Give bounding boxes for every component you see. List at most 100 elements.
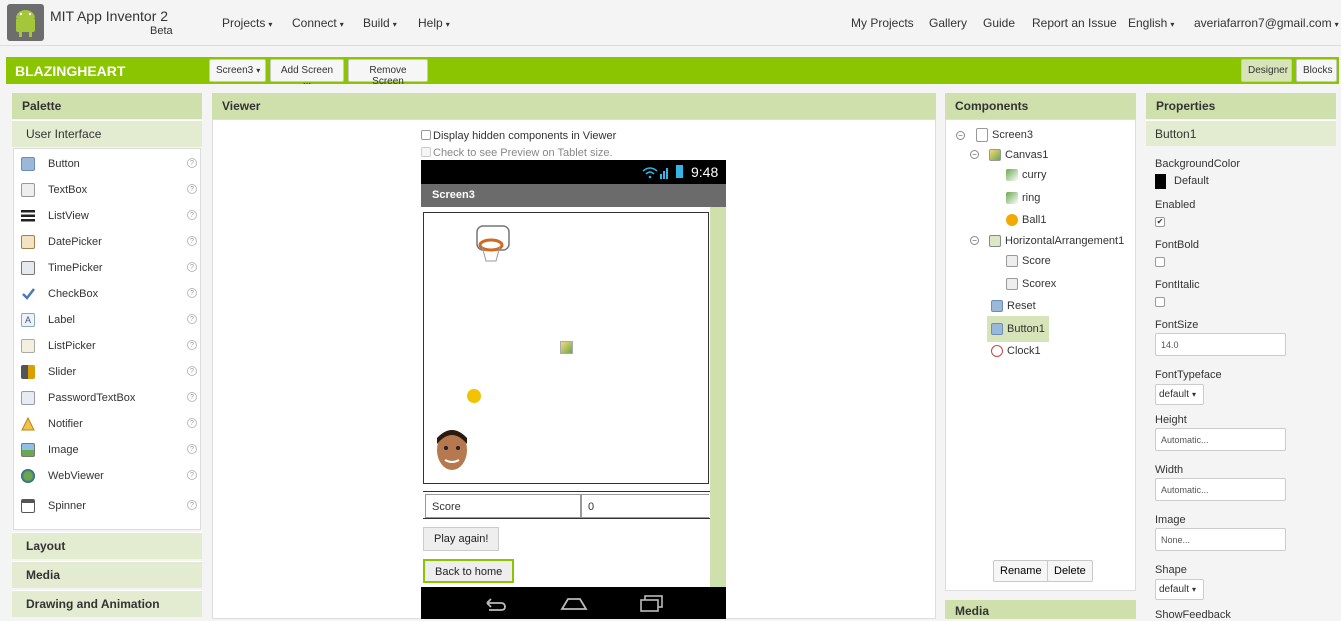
menu-build[interactable]: Build ▾: [363, 16, 397, 30]
components-header: Components: [945, 93, 1136, 119]
fonttypeface-select[interactable]: default ▾: [1155, 384, 1204, 405]
tree-item-reset[interactable]: Reset: [991, 297, 1036, 315]
arrangement-icon: [989, 235, 1001, 248]
palette-item-passwordtextbox[interactable]: PasswordTextBox ?: [14, 387, 200, 409]
palette-item-label[interactable]: A Label ?: [14, 309, 200, 331]
player-face-sprite[interactable]: [434, 428, 470, 474]
hoop-sprite[interactable]: [474, 223, 514, 268]
home-icon[interactable]: [560, 595, 588, 611]
tree-item-canvas1[interactable]: Canvas1: [989, 146, 1048, 164]
screen-select-button[interactable]: Screen3 ▾: [209, 59, 266, 82]
help-icon[interactable]: ?: [187, 392, 197, 402]
palette-item-timepicker[interactable]: TimePicker ?: [14, 257, 200, 279]
prop-image-label: Image: [1155, 514, 1186, 526]
designer-button[interactable]: Designer: [1241, 59, 1292, 82]
datepicker-icon: [21, 235, 35, 249]
help-icon[interactable]: ?: [187, 314, 197, 324]
shape-select[interactable]: default ▾: [1155, 579, 1204, 600]
help-icon[interactable]: ?: [187, 366, 197, 376]
palette-item-slider[interactable]: Slider ?: [14, 361, 200, 383]
palette-category-media[interactable]: Media: [12, 561, 202, 588]
palette-item-spinner[interactable]: Spinner ?: [14, 495, 200, 517]
color-swatch[interactable]: [1155, 174, 1166, 189]
width-input[interactable]: Automatic...: [1155, 478, 1286, 501]
help-icon[interactable]: ?: [187, 210, 197, 220]
palette-item-notifier[interactable]: Notifier ?: [14, 413, 200, 435]
link-gallery[interactable]: Gallery: [929, 16, 967, 30]
palette-item-image[interactable]: Image ?: [14, 439, 200, 461]
broken-image-icon[interactable]: [560, 341, 573, 354]
tree-item-score[interactable]: Score: [1006, 252, 1051, 270]
app-inventor-logo-icon[interactable]: [7, 4, 44, 41]
rename-button[interactable]: Rename: [993, 560, 1049, 582]
link-guide[interactable]: Guide: [983, 16, 1015, 30]
tree-item-clock1[interactable]: Clock1: [991, 342, 1041, 360]
palette-item-button[interactable]: Button ?: [14, 153, 200, 175]
help-icon[interactable]: ?: [187, 262, 197, 272]
language-menu[interactable]: English ▾: [1128, 16, 1174, 30]
back-home-button[interactable]: Back to home: [423, 559, 515, 583]
palette-category-layout[interactable]: Layout: [12, 532, 202, 559]
help-icon[interactable]: ?: [187, 418, 197, 428]
viewer-header: Viewer: [212, 93, 936, 119]
help-icon[interactable]: ?: [187, 288, 197, 298]
add-screen-button[interactable]: Add Screen ...: [270, 59, 344, 87]
link-report-issue[interactable]: Report an Issue: [1032, 16, 1117, 30]
help-icon[interactable]: ?: [187, 444, 197, 454]
fontbold-checkbox[interactable]: [1155, 257, 1165, 267]
remove-screen-button[interactable]: Remove Screen: [348, 59, 428, 87]
palette-item-datepicker[interactable]: DatePicker ?: [14, 231, 200, 253]
phone-scrollbar[interactable]: [710, 207, 726, 587]
tree-item-ball1[interactable]: Ball1: [1006, 211, 1046, 229]
help-icon[interactable]: ?: [187, 184, 197, 194]
palette-item-checkbox[interactable]: CheckBox ?: [14, 283, 200, 305]
tree-item-horizontalarrangement1[interactable]: HorizontalArrangement1: [989, 232, 1124, 250]
menu-help[interactable]: Help ▾: [418, 16, 450, 30]
enabled-checkbox[interactable]: ✔: [1155, 217, 1165, 227]
tree-item-button1[interactable]: Button1: [987, 316, 1049, 342]
palette-item-listview[interactable]: ListView ?: [14, 205, 200, 227]
fontsize-input[interactable]: 14.0: [1155, 333, 1286, 356]
help-icon[interactable]: ?: [187, 500, 197, 510]
app-title: MIT App Inventor 2: [50, 8, 169, 24]
listview-icon: [21, 209, 35, 223]
collapse-arrangement-icon[interactable]: −: [970, 236, 979, 245]
ball1-sprite[interactable]: [467, 389, 481, 403]
collapse-canvas1-icon[interactable]: −: [970, 150, 979, 159]
spinner-icon: [21, 499, 35, 513]
tree-item-scorex[interactable]: Scorex: [1006, 275, 1056, 293]
blocks-button[interactable]: Blocks: [1296, 59, 1337, 82]
hidden-components-checkbox[interactable]: [421, 130, 431, 140]
tree-item-ring[interactable]: ring: [1006, 189, 1040, 207]
help-icon[interactable]: ?: [187, 236, 197, 246]
height-input[interactable]: Automatic...: [1155, 428, 1286, 451]
help-icon[interactable]: ?: [187, 340, 197, 350]
recent-apps-icon[interactable]: [639, 594, 665, 612]
image-input[interactable]: None...: [1155, 528, 1286, 551]
palette-category-drawing-animation[interactable]: Drawing and Animation: [12, 590, 202, 617]
help-icon[interactable]: ?: [187, 158, 197, 168]
help-icon[interactable]: ?: [187, 470, 197, 480]
play-again-button[interactable]: Play again!: [423, 527, 500, 551]
prop-height-label: Height: [1155, 414, 1187, 426]
palette-category-user-interface[interactable]: User Interface: [12, 120, 202, 147]
tree-item-screen3[interactable]: Screen3: [976, 126, 1033, 144]
link-my-projects[interactable]: My Projects: [851, 16, 914, 30]
button-icon: [21, 157, 35, 171]
menu-projects[interactable]: Projects ▾: [222, 16, 272, 30]
menu-connect[interactable]: Connect ▾: [292, 16, 344, 30]
fontitalic-checkbox[interactable]: [1155, 297, 1165, 307]
collapse-screen3-icon[interactable]: −: [956, 131, 965, 140]
canvas1[interactable]: [423, 212, 709, 484]
delete-button[interactable]: Delete: [1047, 560, 1093, 582]
palette-item-webviewer[interactable]: WebViewer ?: [14, 465, 200, 487]
prop-fontsize-label: FontSize: [1155, 319, 1199, 331]
prop-backgroundcolor-value[interactable]: Default: [1174, 175, 1209, 187]
checkbox-icon: [21, 287, 35, 301]
palette-item-listpicker[interactable]: ListPicker ?: [14, 335, 200, 357]
back-icon[interactable]: [481, 595, 507, 611]
palette-item-textbox[interactable]: TextBox ?: [14, 179, 200, 201]
tree-item-curry[interactable]: curry: [1006, 166, 1046, 184]
user-menu[interactable]: averiafarron7@gmail.com ▾: [1194, 16, 1339, 30]
tablet-preview-checkbox[interactable]: [421, 147, 431, 157]
